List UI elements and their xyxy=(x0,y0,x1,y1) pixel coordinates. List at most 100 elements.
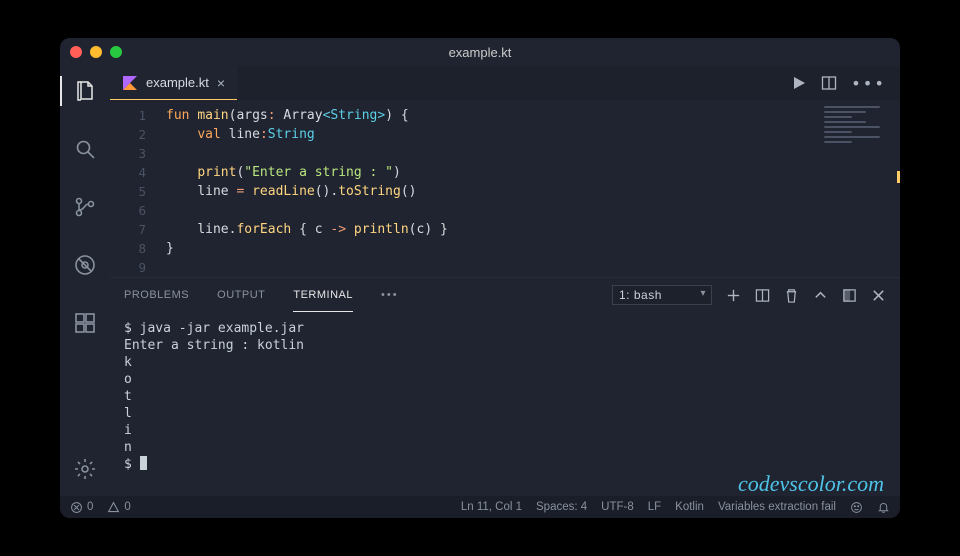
code-token: String xyxy=(330,108,377,123)
split-editor-icon[interactable] xyxy=(821,75,837,91)
terminal-prompt: $ xyxy=(124,457,140,472)
code-token: fun xyxy=(166,108,189,123)
code-token: () xyxy=(401,184,417,199)
panel-more-icon[interactable]: ••• xyxy=(381,278,399,312)
titlebar: example.kt xyxy=(60,38,900,66)
line-gutter: 1 2 3 4 5 6 7 8 9 xyxy=(110,100,156,277)
status-errors-count: 0 xyxy=(87,501,93,513)
code-token: } xyxy=(432,222,448,237)
close-panel-icon[interactable] xyxy=(871,288,886,303)
code-token: String xyxy=(268,127,315,142)
line-number: 3 xyxy=(110,144,146,163)
status-cursor[interactable]: Ln 11, Col 1 xyxy=(461,501,522,513)
minimize-window-icon[interactable] xyxy=(90,46,102,58)
code-token: : xyxy=(260,127,268,142)
tab-label: example.kt xyxy=(146,75,209,90)
line-number: 7 xyxy=(110,220,146,239)
feedback-icon[interactable] xyxy=(850,501,863,514)
tab-close-icon[interactable]: × xyxy=(217,76,225,90)
code-token: ( xyxy=(409,222,417,237)
line-number: 1 xyxy=(110,106,146,125)
code-token: toString xyxy=(338,184,401,199)
status-warnings[interactable]: 0 xyxy=(107,501,130,514)
extensions-icon[interactable] xyxy=(60,304,110,342)
code-token: (). xyxy=(315,184,338,199)
editor-more-icon[interactable]: ••• xyxy=(851,74,886,93)
code-token: print xyxy=(197,165,236,180)
search-icon[interactable] xyxy=(60,130,110,168)
window-body: example.kt × ••• 1 2 3 4 5 6 7 xyxy=(60,66,900,496)
status-message[interactable]: Variables extraction fail xyxy=(718,501,836,513)
tab-output[interactable]: OUTPUT xyxy=(217,278,265,312)
code-token: main xyxy=(197,108,228,123)
settings-icon[interactable] xyxy=(60,450,110,488)
split-terminal-icon[interactable] xyxy=(755,288,770,303)
close-window-icon[interactable] xyxy=(70,46,82,58)
code-token: -> xyxy=(330,222,346,237)
status-warnings-count: 0 xyxy=(124,501,130,513)
chevron-up-icon[interactable] xyxy=(813,288,828,303)
terminal-line: t xyxy=(124,388,886,405)
terminal-line: k xyxy=(124,354,886,371)
terminal-output[interactable]: $ java -jar example.jarEnter a string : … xyxy=(110,312,900,496)
explorer-icon[interactable] xyxy=(60,72,110,110)
kill-terminal-icon[interactable] xyxy=(784,288,799,303)
code-token: "Enter a string : " xyxy=(244,165,393,180)
code-token: = xyxy=(229,184,252,199)
source-control-icon[interactable] xyxy=(60,188,110,226)
code-token: readLine xyxy=(252,184,315,199)
new-terminal-icon[interactable] xyxy=(726,288,741,303)
code-token: c xyxy=(307,222,330,237)
zoom-window-icon[interactable] xyxy=(110,46,122,58)
code-token: line xyxy=(229,127,260,142)
code-token: line xyxy=(197,222,228,237)
tab-example-kt[interactable]: example.kt × xyxy=(110,66,237,100)
code-token: { xyxy=(393,108,409,123)
line-number: 6 xyxy=(110,201,146,220)
debug-icon[interactable] xyxy=(60,246,110,284)
status-bar: 0 0 Ln 11, Col 1 Spaces: 4 UTF-8 LF Kotl… xyxy=(60,496,900,518)
code-token: args xyxy=(236,108,267,123)
tab-terminal[interactable]: TERMINAL xyxy=(293,278,353,312)
terminal-line: Enter a string : kotlin xyxy=(124,337,886,354)
code-token xyxy=(346,222,354,237)
code-token: ) xyxy=(385,108,393,123)
terminal-line: l xyxy=(124,405,886,422)
bell-icon[interactable] xyxy=(877,501,890,514)
window-title: example.kt xyxy=(449,45,512,60)
code-token: ) xyxy=(424,222,432,237)
editor-actions: ••• xyxy=(791,66,900,100)
status-language[interactable]: Kotlin xyxy=(675,501,704,513)
run-icon[interactable] xyxy=(791,75,807,91)
code-token: forEach xyxy=(236,222,291,237)
code-token: println xyxy=(354,222,409,237)
watermark: codevscolor.com xyxy=(738,475,884,492)
tab-problems[interactable]: PROBLEMS xyxy=(124,278,189,312)
terminal-cursor xyxy=(140,456,147,470)
window-controls xyxy=(70,46,122,58)
terminal-selector[interactable]: 1: bash xyxy=(612,285,712,305)
code-area[interactable]: fun main(args: Array<String>) { val line… xyxy=(156,100,900,277)
code-token: > xyxy=(377,108,385,123)
overview-ruler-marker xyxy=(897,171,900,183)
panel-actions: 1: bash xyxy=(612,285,886,305)
editor[interactable]: 1 2 3 4 5 6 7 8 9 fun main(args: Array<S… xyxy=(110,100,900,277)
activity-bar xyxy=(60,66,110,496)
terminal-line: $ java -jar example.jar xyxy=(124,320,886,337)
kotlin-file-icon xyxy=(122,75,138,91)
maximize-panel-icon[interactable] xyxy=(842,288,857,303)
line-number: 9 xyxy=(110,258,146,277)
status-errors[interactable]: 0 xyxy=(70,501,93,514)
line-number: 8 xyxy=(110,239,146,258)
status-encoding[interactable]: UTF-8 xyxy=(601,501,634,513)
code-token: : xyxy=(268,108,276,123)
status-eol[interactable]: LF xyxy=(648,501,661,513)
status-indent[interactable]: Spaces: 4 xyxy=(536,501,587,513)
line-number: 2 xyxy=(110,125,146,144)
code-token: } xyxy=(166,241,174,256)
code-token: line xyxy=(197,184,228,199)
code-token: ) xyxy=(393,165,401,180)
terminal-line: o xyxy=(124,371,886,388)
code-token: Array xyxy=(283,108,322,123)
window: example.kt xyxy=(60,38,900,518)
